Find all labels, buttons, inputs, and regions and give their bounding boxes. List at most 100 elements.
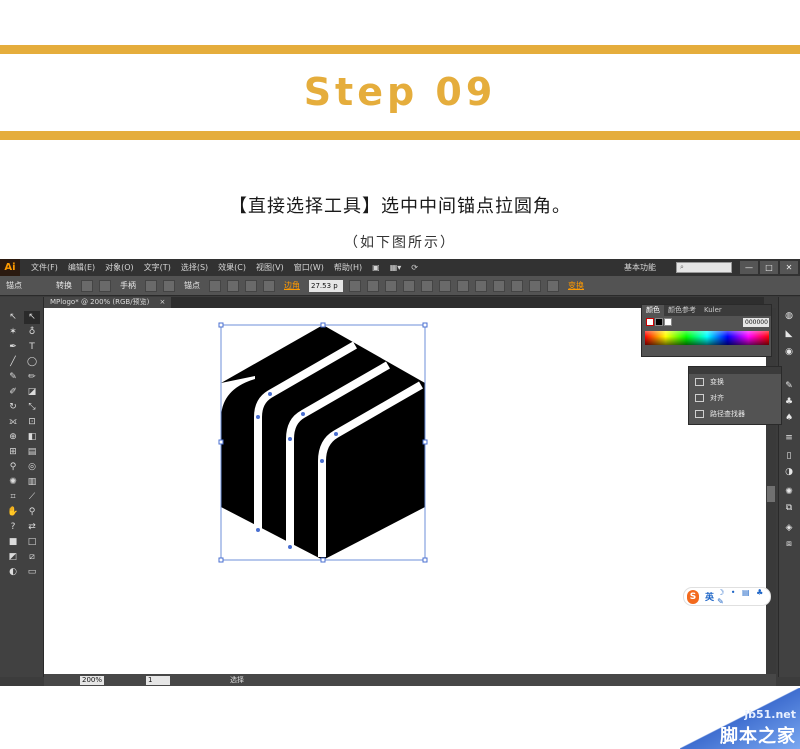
menu-effect[interactable]: 效果(C) xyxy=(213,262,251,273)
tab-kuler[interactable]: Kuler xyxy=(700,305,726,316)
align-panel-item[interactable]: 对齐 xyxy=(689,390,781,406)
align-grid-icon[interactable] xyxy=(349,279,361,292)
layers-icon[interactable]: ◈ xyxy=(783,523,795,533)
selection-tool-icon[interactable]: ↖ xyxy=(5,311,21,324)
menu-window[interactable]: 窗口(W) xyxy=(289,262,329,273)
menu-type[interactable]: 文字(T) xyxy=(139,262,176,273)
vertical-scrollbar[interactable] xyxy=(766,308,776,674)
arrange-icon[interactable]: ▦▾ xyxy=(385,263,407,272)
transform-label[interactable]: 变换 xyxy=(562,280,590,291)
search-input[interactable]: ⌕ xyxy=(676,262,732,273)
links-icon[interactable]: ⧉ xyxy=(783,503,795,513)
align-left-icon[interactable] xyxy=(367,279,379,292)
connect-anchor-icon[interactable] xyxy=(227,279,239,292)
convert-smooth-icon[interactable] xyxy=(99,279,111,292)
corner-radius-input[interactable]: 27.53 p xyxy=(309,279,343,292)
magic-wand-icon[interactable]: ✶ xyxy=(5,326,21,339)
artboard-number[interactable]: 1 xyxy=(146,675,170,685)
panel-header[interactable] xyxy=(689,367,781,374)
tab-document[interactable]: MPlogo* @ 200% (RGB/预览) × xyxy=(44,297,172,308)
none-color-icon[interactable]: ⧄ xyxy=(24,551,40,564)
cut-path-icon[interactable] xyxy=(245,279,257,292)
align-middle-icon[interactable] xyxy=(439,279,451,292)
transparency-icon[interactable]: ◑ xyxy=(783,467,795,477)
menu-select[interactable]: 选择(S) xyxy=(176,262,213,273)
pathfinder-panel-item[interactable]: 路径查找器 xyxy=(689,406,781,422)
draw-mode-icon[interactable]: ◐ xyxy=(5,566,21,579)
minimize-button[interactable]: — xyxy=(740,261,758,274)
color-guide-icon[interactable]: ◍ xyxy=(783,311,795,321)
close-button[interactable]: ✕ xyxy=(780,261,798,274)
type-tool-icon[interactable]: T xyxy=(24,341,40,354)
artboards-icon[interactable]: ⧈ xyxy=(783,539,795,549)
isolate-icon[interactable] xyxy=(263,279,275,292)
menu-view[interactable]: 视图(V) xyxy=(251,262,289,273)
show-handles-icon[interactable] xyxy=(145,279,157,292)
eraser-icon[interactable]: ◪ xyxy=(24,386,40,399)
align-top-icon[interactable] xyxy=(421,279,433,292)
distribute-middle-icon[interactable] xyxy=(493,279,505,292)
ime-toolbar[interactable]: S 英 ☽ • ▤ ♣ ✎ xyxy=(683,587,771,606)
current-tool-status[interactable]: 选择 xyxy=(230,675,244,685)
gradient-icon[interactable]: ▯ xyxy=(783,451,795,461)
tab-color[interactable]: 颜色 xyxy=(642,305,664,316)
distribute-top-icon[interactable] xyxy=(475,279,487,292)
ime-language[interactable]: 英 xyxy=(705,590,714,603)
swatches-icon[interactable]: ◣ xyxy=(783,329,795,339)
close-tab-icon[interactable]: × xyxy=(160,298,166,306)
eyedropper-icon[interactable]: ⚲ xyxy=(5,461,21,474)
help-icon[interactable]: ? xyxy=(5,521,21,534)
stroke-color-icon[interactable]: □ xyxy=(24,536,40,549)
zoom-level[interactable]: 200% xyxy=(80,675,104,685)
artboard-tool-icon[interactable]: ⌗ xyxy=(5,491,21,504)
distribute-left-icon[interactable] xyxy=(529,279,541,292)
graphic-styles-icon[interactable]: ♠ xyxy=(783,413,795,423)
zoom-tool-icon[interactable]: ⚲ xyxy=(24,506,40,519)
rotate-tool-icon[interactable]: ↻ xyxy=(5,401,21,414)
blend-tool-icon[interactable]: ◎ xyxy=(24,461,40,474)
ellipse-tool-icon[interactable]: ◯ xyxy=(24,356,40,369)
perspective-icon[interactable]: ◧ xyxy=(24,431,40,444)
menu-object[interactable]: 对象(O) xyxy=(100,262,139,273)
color-mode-icon[interactable]: ◩ xyxy=(5,551,21,564)
free-transform-icon[interactable]: ⊡ xyxy=(24,416,40,429)
symbol-sprayer-icon[interactable]: ✺ xyxy=(5,476,21,489)
mesh-tool-icon[interactable]: ⊞ xyxy=(5,446,21,459)
fill-color-icon[interactable]: ■ xyxy=(5,536,21,549)
transform-panel-item[interactable]: 变换 xyxy=(689,374,781,390)
distribute-center-icon[interactable] xyxy=(547,279,559,292)
image-trace-icon[interactable]: ✺ xyxy=(783,487,795,497)
white-swatch[interactable] xyxy=(664,318,672,326)
align-right-icon[interactable] xyxy=(403,279,415,292)
blob-brush-icon[interactable]: ✐ xyxy=(5,386,21,399)
column-graph-icon[interactable]: ▥ xyxy=(24,476,40,489)
gradient-tool-icon[interactable]: ▤ xyxy=(24,446,40,459)
stroke-icon[interactable]: ≡ xyxy=(783,433,795,443)
menu-edit[interactable]: 编辑(E) xyxy=(63,262,100,273)
gpu-icon[interactable]: ⟳ xyxy=(406,263,423,272)
align-bottom-icon[interactable] xyxy=(457,279,469,292)
none-swatch[interactable] xyxy=(646,318,654,326)
appearance-icon[interactable]: ◉ xyxy=(783,347,795,357)
artboard-canvas[interactable] xyxy=(44,308,766,674)
workspace-switcher[interactable]: 基本功能 xyxy=(624,262,656,273)
lasso-tool-icon[interactable]: ♁ xyxy=(24,326,40,339)
width-tool-icon[interactable]: ⟗ xyxy=(5,416,21,429)
remove-anchor-icon[interactable] xyxy=(209,279,221,292)
menu-file[interactable]: 文件(F) xyxy=(26,262,63,273)
scale-tool-icon[interactable]: ⤡ xyxy=(24,401,40,414)
align-center-icon[interactable] xyxy=(385,279,397,292)
screen-mode-icon[interactable]: ▭ xyxy=(24,566,40,579)
maximize-button[interactable]: □ xyxy=(760,261,778,274)
ime-tools-icon[interactable]: ☽ • ▤ ♣ ✎ xyxy=(717,588,770,606)
tab-color-guide[interactable]: 颜色参考 xyxy=(664,305,700,316)
paintbrush-icon[interactable]: ✎ xyxy=(5,371,21,384)
scroll-thumb[interactable] xyxy=(767,486,775,502)
convert-corner-icon[interactable] xyxy=(81,279,93,292)
hide-handles-icon[interactable] xyxy=(163,279,175,292)
distribute-bottom-icon[interactable] xyxy=(511,279,523,292)
hand-tool-icon[interactable]: ✋ xyxy=(5,506,21,519)
symbols-icon[interactable]: ♣ xyxy=(783,397,795,407)
black-swatch[interactable] xyxy=(655,318,663,326)
shape-builder-icon[interactable]: ⊕ xyxy=(5,431,21,444)
